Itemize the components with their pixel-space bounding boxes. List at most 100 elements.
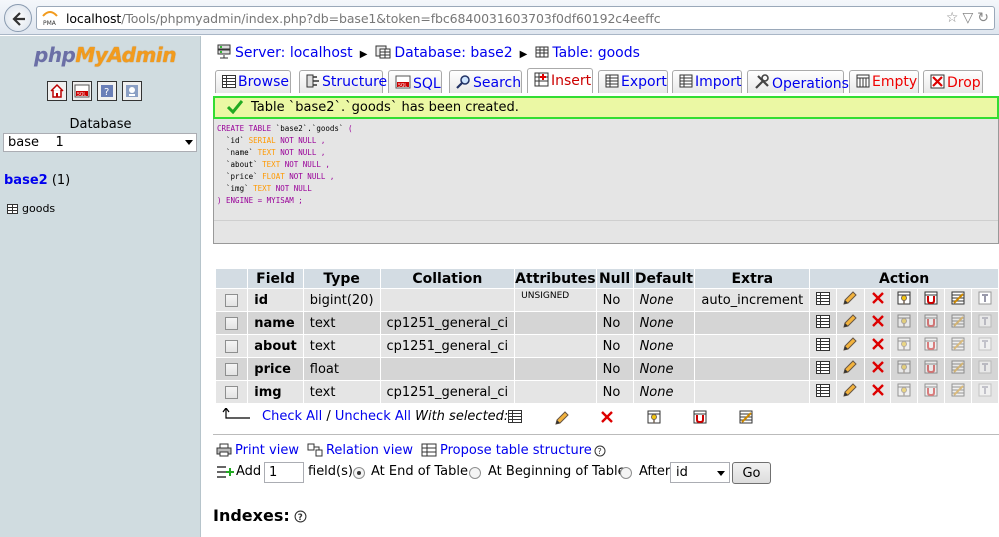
dropdown-arrow-icon[interactable]: ▽ xyxy=(962,10,973,26)
tab-operations[interactable]: Operations xyxy=(747,70,849,93)
relation-view-link[interactable]: Relation view xyxy=(326,443,413,458)
unique-icon[interactable] xyxy=(924,383,938,401)
sql-identifier: `base2`.`goods` xyxy=(275,124,344,133)
browse-icon[interactable] xyxy=(816,360,831,378)
propose-structure-link[interactable]: Propose table structure xyxy=(440,443,592,458)
primary-key-icon[interactable] xyxy=(897,337,911,355)
tab-export[interactable]: Export xyxy=(598,70,668,93)
header-collation[interactable]: Collation xyxy=(380,269,515,288)
phpmyadmin-logo[interactable]: phpMyAdmin xyxy=(34,43,176,67)
tab-import[interactable]: Import xyxy=(672,70,742,93)
sidebar-table-item[interactable]: goods xyxy=(7,202,55,215)
home-icon[interactable] xyxy=(47,81,67,101)
index-icon[interactable] xyxy=(951,291,965,309)
radio-at-beginning[interactable] xyxy=(469,467,481,479)
sidebar-quick-icons: SQL? xyxy=(47,81,147,105)
header-extra[interactable]: Extra xyxy=(695,269,810,288)
primary-key-icon[interactable] xyxy=(897,291,911,309)
header-type[interactable]: Type xyxy=(303,269,380,288)
reload-icon[interactable]: ↻ xyxy=(977,10,989,26)
unique-icon[interactable] xyxy=(924,291,938,309)
tab-drop[interactable]: Drop xyxy=(923,70,983,93)
row-checkbox[interactable] xyxy=(225,385,239,399)
header-field[interactable]: Field xyxy=(248,269,303,288)
address-bar[interactable]: PMA localhost/Tools/phpmyadmin/index.php… xyxy=(36,6,995,30)
index-icon[interactable] xyxy=(951,383,965,401)
primary-key-icon[interactable] xyxy=(897,360,911,378)
radio-at-end[interactable] xyxy=(353,467,365,479)
index-icon[interactable] xyxy=(739,410,753,428)
browse-icon[interactable] xyxy=(816,337,831,355)
mysql-docs-icon[interactable] xyxy=(122,81,142,101)
index-icon[interactable] xyxy=(951,337,965,355)
index-icon[interactable] xyxy=(951,360,965,378)
field-count-input[interactable]: 1 xyxy=(264,462,304,483)
primary-key-icon[interactable] xyxy=(897,314,911,332)
database-select[interactable]: base 1 xyxy=(3,133,197,152)
fulltext-icon[interactable] xyxy=(978,360,992,378)
unique-icon[interactable] xyxy=(924,337,938,355)
browse-icon[interactable] xyxy=(816,314,831,332)
unique-icon[interactable] xyxy=(693,410,707,428)
header-attributes[interactable]: Attributes xyxy=(515,269,596,288)
edit-icon[interactable] xyxy=(842,383,858,402)
tab-browse[interactable]: Browse xyxy=(215,70,291,93)
sql-query-icon[interactable]: SQL xyxy=(72,81,92,101)
row-checkbox[interactable] xyxy=(225,339,239,353)
uncheck-all-link[interactable]: Uncheck All xyxy=(335,409,411,424)
tab-insert[interactable]: Insert xyxy=(527,68,593,93)
back-button[interactable] xyxy=(4,4,32,32)
print-view-link[interactable]: Print view xyxy=(235,443,299,458)
browse-icon[interactable] xyxy=(508,410,522,427)
delete-icon[interactable] xyxy=(600,410,614,428)
success-message: Table `base2`.`goods` has been created. xyxy=(251,100,519,115)
radio-after[interactable] xyxy=(620,467,632,479)
delete-icon[interactable] xyxy=(871,338,885,355)
arrow-ltr-icon xyxy=(222,407,250,419)
edit-icon[interactable] xyxy=(842,337,858,356)
cell-null: No xyxy=(596,289,633,311)
edit-icon[interactable] xyxy=(554,410,570,430)
delete-icon[interactable] xyxy=(871,315,885,332)
primary-key-icon[interactable] xyxy=(647,410,661,428)
help-icon[interactable]: ? xyxy=(294,510,307,523)
tab-empty[interactable]: Empty xyxy=(849,70,919,93)
fulltext-icon[interactable] xyxy=(978,337,992,355)
tab-search[interactable]: Search xyxy=(449,70,522,93)
header-default[interactable]: Default xyxy=(633,269,695,288)
index-icon[interactable] xyxy=(951,314,965,332)
breadcrumb-server[interactable]: Server: localhost xyxy=(235,45,353,61)
unique-icon[interactable] xyxy=(924,360,938,378)
bookmark-star-icon[interactable]: ☆ xyxy=(946,10,959,26)
row-checkbox[interactable] xyxy=(225,293,239,307)
check-all-link[interactable]: Check All xyxy=(262,409,322,424)
go-button[interactable]: Go xyxy=(732,462,771,484)
url-host: localhost xyxy=(66,11,122,26)
delete-icon[interactable] xyxy=(871,361,885,378)
table-row: id bigint(20) UNSIGNED No None auto_increment xyxy=(216,289,998,311)
delete-icon[interactable] xyxy=(871,292,885,309)
fulltext-icon[interactable] xyxy=(978,383,992,401)
fulltext-icon[interactable] xyxy=(978,291,992,309)
unique-icon[interactable] xyxy=(924,314,938,332)
breadcrumb-table[interactable]: Table: goods xyxy=(552,45,640,61)
browse-icon[interactable] xyxy=(816,291,831,309)
help-docs-icon[interactable]: ? xyxy=(97,81,117,101)
primary-key-icon[interactable] xyxy=(897,383,911,401)
header-null[interactable]: Null xyxy=(596,269,633,288)
database-link[interactable]: base2 xyxy=(4,173,48,188)
delete-icon[interactable] xyxy=(871,384,885,401)
after-field-select[interactable]: id xyxy=(670,462,730,483)
help-icon[interactable]: ? xyxy=(594,445,606,457)
breadcrumb-database[interactable]: Database: base2 xyxy=(394,45,512,61)
breadcrumb-separator-icon: ▶ xyxy=(359,49,368,60)
tab-sql[interactable]: SQL SQL xyxy=(388,70,442,93)
edit-icon[interactable] xyxy=(842,314,858,333)
edit-icon[interactable] xyxy=(842,291,858,310)
tab-structure[interactable]: Structure xyxy=(299,70,387,93)
row-checkbox[interactable] xyxy=(225,362,239,376)
browse-icon[interactable] xyxy=(816,383,831,401)
row-checkbox[interactable] xyxy=(225,316,239,330)
edit-icon[interactable] xyxy=(842,360,858,379)
fulltext-icon[interactable] xyxy=(978,314,992,332)
